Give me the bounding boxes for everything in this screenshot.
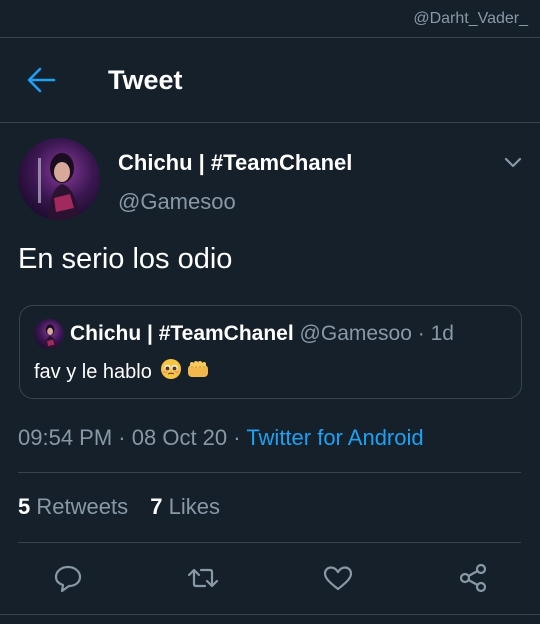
tweet-detail-screen: @Darht_Vader_ Tweet Chichu | #TeamChanel… — [0, 0, 540, 624]
action-bar — [0, 558, 540, 598]
reply-button[interactable] — [48, 558, 88, 598]
retweets-count: 5 — [18, 494, 31, 519]
meta-separator: · — [233, 425, 241, 450]
header: Tweet — [0, 38, 540, 123]
pleading-face-emoji-icon — [160, 358, 182, 386]
back-button[interactable] — [26, 66, 56, 94]
tweet-time: 09:54 PM — [18, 425, 113, 450]
likes-count: 7 — [150, 494, 163, 519]
watermark: @Darht_Vader_ — [413, 10, 528, 27]
retweets-stat[interactable]: 5 Retweets — [18, 494, 134, 519]
watermark-bar: @Darht_Vader_ — [0, 0, 540, 38]
avatar-image — [38, 153, 80, 220]
quote-header: Chichu | #TeamChanel @Gamesoo · 1d — [70, 322, 454, 346]
likes-label: Likes — [168, 494, 220, 519]
tweet-meta: 09:54 PM · 08 Oct 20 · Twitter for Andro… — [18, 425, 424, 451]
share-button[interactable] — [453, 558, 493, 598]
chevron-down-icon — [504, 157, 522, 168]
retweets-label: Retweets — [36, 494, 129, 519]
quote-avatar-image — [44, 324, 57, 349]
quote-text-row: fav y le hablo — [34, 358, 210, 386]
author-name[interactable]: Chichu | #TeamChanel — [118, 150, 352, 176]
share-icon — [459, 563, 487, 593]
divider — [18, 542, 521, 543]
source-link[interactable]: Twitter for Android — [246, 425, 423, 450]
quoted-tweet[interactable]: Chichu | #TeamChanel @Gamesoo · 1d fav y… — [19, 305, 522, 399]
quote-age: · 1d — [417, 322, 454, 345]
tweet-text: En serio los odio — [18, 243, 233, 275]
meta-separator: · — [118, 425, 126, 450]
quote-author-name: Chichu | #TeamChanel — [70, 322, 294, 345]
comment-icon — [54, 565, 82, 593]
quote-author-handle: @Gamesoo — [299, 322, 412, 345]
retweet-icon — [187, 568, 219, 588]
divider — [18, 472, 521, 473]
more-options-button[interactable] — [500, 150, 526, 174]
quote-text: fav y le hablo — [34, 360, 152, 383]
avatar[interactable] — [18, 138, 100, 220]
fist-bump-emoji-icon — [186, 358, 210, 386]
heart-icon — [323, 566, 353, 591]
like-button[interactable] — [318, 558, 358, 598]
divider — [0, 614, 540, 615]
quote-avatar — [34, 319, 64, 349]
tweet-date: 08 Oct 20 — [131, 425, 228, 450]
author-handle[interactable]: @Gamesoo — [118, 189, 236, 215]
arrow-left-icon — [27, 67, 56, 93]
page-title: Tweet — [108, 65, 183, 95]
likes-stat[interactable]: 7 Likes — [150, 494, 220, 519]
retweet-button[interactable] — [183, 558, 223, 598]
tweet-stats: 5 Retweets 7 Likes — [18, 494, 220, 520]
